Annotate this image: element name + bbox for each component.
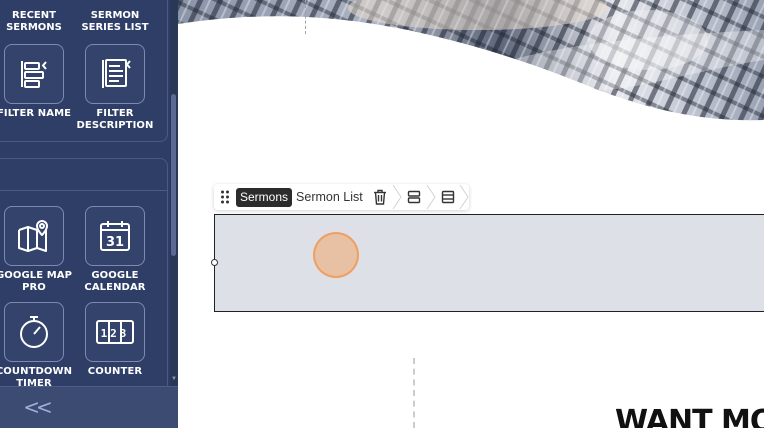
widget-filter-description-label: FILTER DESCRIPTION: [76, 108, 154, 131]
widget-recent-sermons-label[interactable]: RECENT SERMONS: [0, 10, 76, 34]
collapse-sidebar-button[interactable]: <<: [22, 395, 53, 419]
section-icon[interactable]: [403, 184, 425, 210]
calendar-icon[interactable]: 31: [85, 206, 145, 266]
widget-google-map-pro[interactable]: GOOGLE MAP PRO: [0, 206, 76, 294]
drag-handle-icon[interactable]: [214, 184, 236, 210]
widget-sermon-series-list-label[interactable]: SERMON SERIES LIST: [73, 10, 157, 34]
widget-filter-name[interactable]: FILTER NAME: [0, 44, 76, 120]
element-toolbar: Sermons Sermon List: [214, 184, 469, 210]
filter-description-icon[interactable]: [85, 44, 145, 104]
sidebar-scrollbar-thumb[interactable]: [171, 94, 176, 256]
panel-header[interactable]: [0, 159, 167, 191]
widget-google-calendar[interactable]: 31 GOOGLE CALENDAR: [73, 206, 157, 294]
widget-filter-description[interactable]: FILTER DESCRIPTION: [73, 44, 157, 132]
google-map-icon[interactable]: [4, 206, 64, 266]
trash-icon[interactable]: [369, 184, 391, 210]
widget-counter-label: COUNTER: [87, 366, 143, 377]
widget-name-label[interactable]: Sermon List: [292, 190, 369, 204]
section-divider-line: [305, 0, 306, 34]
sidebar-footer: <<: [0, 386, 178, 428]
widget-google-map-pro-label: GOOGLE MAP PRO: [0, 270, 73, 293]
resize-handle[interactable]: [211, 259, 218, 266]
cursor-highlight: [313, 232, 359, 278]
widget-category-chip[interactable]: Sermons: [236, 187, 293, 207]
sermon-list-widget-placeholder[interactable]: [211, 214, 764, 312]
calendar-icon-number: 31: [106, 235, 124, 250]
widget-google-calendar-label: GOOGLE CALENDAR: [84, 270, 146, 293]
widget-filter-name-label: FILTER NAME: [0, 108, 72, 119]
page-canvas: Sermons Sermon List WANT MO: [178, 0, 764, 428]
widget-sidebar: RECENT SERMONS SERMON SERIES LIST FILTER…: [0, 0, 178, 428]
hero-photo-image: [178, 0, 764, 121]
filter-name-icon[interactable]: [4, 44, 64, 104]
widget-countdown-timer[interactable]: COUNTDOWN TIMER: [0, 302, 76, 390]
counter-icon[interactable]: 123: [85, 302, 145, 362]
scroll-down-arrow-icon[interactable]: ▼: [170, 374, 178, 384]
breadcrumb-chevron-icon: [426, 184, 436, 210]
section-heading: WANT MO: [615, 404, 764, 428]
stopwatch-icon[interactable]: [4, 302, 64, 362]
section-divider-line: [413, 358, 415, 428]
breadcrumb-chevron-icon: [392, 184, 402, 210]
counter-icon-digits: 123: [101, 327, 130, 340]
breadcrumb-chevron-icon: [459, 184, 469, 210]
column-icon[interactable]: [437, 184, 459, 210]
widget-counter[interactable]: 123 COUNTER: [73, 302, 157, 378]
